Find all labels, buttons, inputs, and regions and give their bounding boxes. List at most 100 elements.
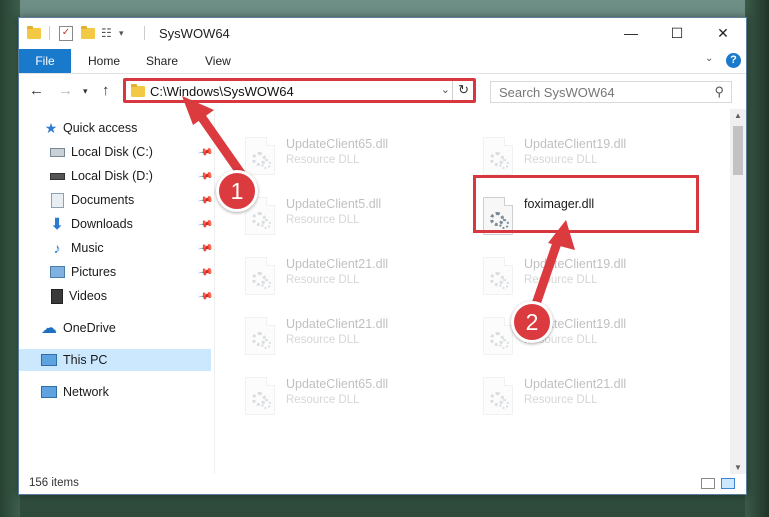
recent-locations-icon[interactable]: ▾ (83, 86, 88, 97)
toolbar-separator (49, 26, 50, 40)
file-name: UpdateClient65.dll (286, 377, 389, 391)
quick-access-dropdown-icon[interactable]: ▾ (119, 25, 124, 41)
sidebar-item-local-disk-c[interactable]: Local Disk (C:) 📌 (19, 141, 214, 163)
folder-icon (27, 25, 41, 41)
sidebar-item-network[interactable]: Network (19, 381, 211, 403)
file-type: Resource DLL (286, 214, 360, 226)
file-item[interactable]: UpdateClient21.dll Resource DLL (237, 313, 467, 363)
computer-icon (41, 353, 57, 367)
sidebar-item-this-pc[interactable]: This PC (19, 349, 211, 371)
pin-icon[interactable]: 📌 (197, 240, 214, 256)
ribbon-tabs: File Home Share View ⌄ ? (19, 49, 746, 74)
details-view-icon[interactable] (701, 478, 715, 489)
sidebar-item-label: Downloads (71, 217, 133, 231)
pin-icon[interactable]: 📌 (197, 144, 214, 160)
vertical-scrollbar[interactable]: ▲ ▼ (730, 109, 746, 474)
file-name: UpdateClient65.dll (286, 137, 389, 151)
drive-icon (49, 169, 65, 183)
documents-icon (49, 192, 65, 208)
cloud-icon: ☁ (41, 320, 57, 337)
refresh-icon[interactable]: ↻ (458, 82, 469, 98)
scroll-thumb[interactable] (733, 126, 743, 175)
customize-toolbar-icon[interactable]: ☷ (101, 25, 112, 41)
sidebar-item-label: This PC (63, 353, 108, 367)
address-path[interactable]: C:\Windows\SysWOW64 (150, 84, 294, 99)
minimize-button[interactable]: — (608, 18, 654, 49)
file-item[interactable]: UpdateClient21.dll Resource DLL (475, 373, 705, 423)
scroll-up-icon[interactable]: ▲ (734, 111, 742, 120)
file-type: Resource DLL (524, 394, 598, 406)
step-badge-1: 1 (216, 170, 258, 212)
sidebar-item-label: Quick access (63, 121, 138, 135)
pin-icon[interactable]: 📌 (197, 288, 214, 304)
sidebar-item-label: Network (63, 385, 109, 399)
file-type: Resource DLL (524, 274, 598, 286)
address-dropdown-icon[interactable]: ⌄ (441, 83, 450, 96)
help-button[interactable]: ? (726, 53, 741, 68)
sidebar-item-music[interactable]: ♪ Music 📌 (19, 237, 214, 259)
sidebar-item-label: Videos (69, 289, 107, 303)
sidebar-item-label: OneDrive (63, 321, 116, 335)
file-type: Resource DLL (286, 274, 360, 286)
sidebar-item-documents[interactable]: Documents 📌 (19, 189, 214, 211)
tab-share[interactable]: Share (146, 49, 178, 73)
file-item[interactable]: UpdateClient19.dll Resource DLL (475, 253, 705, 303)
music-icon: ♪ (53, 240, 61, 256)
close-button[interactable]: ✕ (700, 18, 746, 49)
item-count: 156 items (29, 477, 79, 489)
new-folder-icon[interactable] (81, 25, 95, 41)
sidebar-item-onedrive[interactable]: ☁ OneDrive (19, 317, 211, 339)
step-badge-2: 2 (511, 301, 553, 343)
pin-icon[interactable]: 📌 (197, 264, 214, 280)
background-left (0, 0, 20, 517)
search-placeholder: Search SysWOW64 (499, 85, 615, 100)
tab-view[interactable]: View (205, 49, 231, 73)
file-list: UpdateClient65.dll Resource DLL UpdateCl… (215, 109, 730, 474)
forward-button[interactable]: → (58, 82, 73, 99)
file-type: Resource DLL (524, 154, 598, 166)
file-type: Resource DLL (286, 394, 360, 406)
navigation-pane: ★ Quick access Local Disk (C:) 📌 Local D… (19, 109, 214, 474)
address-bar[interactable]: C:\Windows\SysWOW64 ⌄ ↻ (123, 78, 476, 103)
tab-home[interactable]: Home (88, 49, 120, 73)
dll-file-icon (245, 377, 275, 415)
dll-file-icon (245, 317, 275, 355)
title-bar: ✓ ☷ ▾ SysWOW64 — ☐ ✕ (19, 18, 746, 49)
file-name: UpdateClient19.dll (524, 137, 627, 151)
file-item[interactable]: UpdateClient5.dll Resource DLL (237, 193, 467, 243)
tab-file[interactable]: File (19, 49, 71, 73)
sidebar-item-label: Pictures (71, 265, 117, 279)
up-button[interactable]: ↑ (102, 82, 110, 99)
sidebar-item-pictures[interactable]: Pictures 📌 (19, 261, 214, 283)
sidebar-item-videos[interactable]: Videos 📌 (19, 285, 214, 307)
expand-ribbon-icon[interactable]: ⌄ (705, 53, 713, 64)
scroll-down-icon[interactable]: ▼ (734, 463, 742, 472)
search-input[interactable]: Search SysWOW64 ⚲ (490, 81, 732, 103)
file-item[interactable]: UpdateClient19.dll Resource DLL (475, 313, 705, 363)
maximize-button[interactable]: ☐ (654, 18, 700, 49)
sidebar-item-quick-access[interactable]: ★ Quick access (19, 117, 211, 139)
dll-file-icon (483, 257, 513, 295)
sidebar-item-local-disk-d[interactable]: Local Disk (D:) 📌 (19, 165, 214, 187)
file-name: UpdateClient21.dll (286, 257, 389, 271)
back-button[interactable]: ← (29, 82, 44, 99)
search-icon[interactable]: ⚲ (714, 84, 724, 100)
file-name: UpdateClient19.dll (524, 257, 627, 271)
title-separator (144, 26, 145, 40)
star-icon: ★ (44, 119, 58, 136)
properties-icon[interactable]: ✓ (59, 25, 73, 41)
pin-icon[interactable]: 📌 (197, 168, 214, 184)
file-item[interactable]: UpdateClient21.dll Resource DLL (237, 253, 467, 303)
file-item[interactable]: UpdateClient65.dll Resource DLL (237, 373, 467, 423)
file-item[interactable]: UpdateClient65.dll Resource DLL (237, 133, 467, 183)
file-type: Resource DLL (286, 154, 360, 166)
drive-icon (49, 145, 65, 159)
dll-file-icon (483, 317, 513, 355)
tiles-view-icon[interactable] (721, 478, 735, 489)
sidebar-item-label: Local Disk (D:) (71, 169, 153, 183)
pin-icon[interactable]: 📌 (197, 192, 214, 208)
pin-icon[interactable]: 📌 (197, 216, 214, 232)
sidebar-item-label: Music (71, 241, 104, 255)
file-type: Resource DLL (286, 334, 360, 346)
sidebar-item-downloads[interactable]: ⬇ Downloads 📌 (19, 213, 214, 235)
